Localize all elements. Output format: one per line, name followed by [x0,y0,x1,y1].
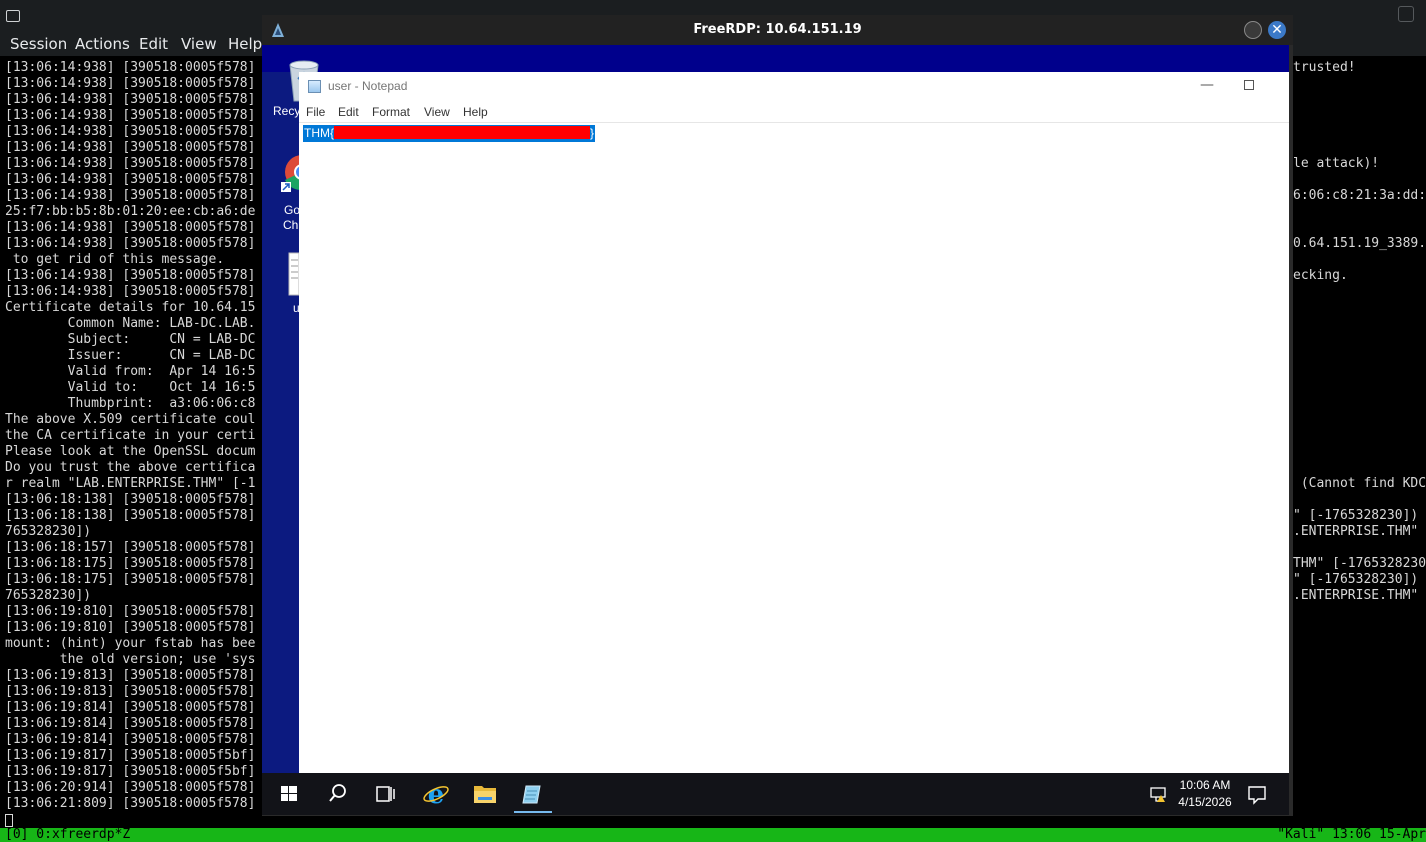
terminal-right-text: trusted! le attack)! 6:06:c8:21:3a:dd: 0… [1293,60,1426,603]
terminal-cursor [5,814,13,827]
notepad-icon [308,80,321,93]
terminal-icon [6,10,20,22]
clock-time: 10:06 AM [1179,778,1231,792]
menu-session[interactable]: Session [10,35,67,53]
notepad-menu-view[interactable]: View [424,105,450,119]
freerdp-close-button[interactable]: ✕ [1268,21,1286,39]
menu-help[interactable]: Help [228,35,262,53]
notepad-titlebar[interactable]: user - Notepad — [299,72,1289,102]
freerdp-titlebar[interactable]: FreeRDP: 10.64.151.19 ✕ [262,15,1293,45]
notepad-title: user - Notepad [328,79,408,93]
menu-actions[interactable]: Actions [75,35,130,53]
notepad-menu-file[interactable]: File [306,105,325,119]
notepad-text-area[interactable]: THM{} [299,122,1289,773]
menu-edit[interactable]: Edit [139,35,168,53]
taskbar-clock[interactable]: 10:06 AM 4/15/2026 [1170,777,1240,811]
search-icon[interactable] [326,773,348,815]
notepad-menubar: File Edit Format View Help [299,102,1289,122]
terminal-left-text: [13:06:14:938] [390518:0005f578] [13:06:… [5,60,256,811]
notepad-minimize-button[interactable]: — [1194,78,1220,96]
action-center-icon[interactable] [1245,773,1269,815]
redaction-box [334,126,590,139]
notepad-menu-format[interactable]: Format [372,105,410,119]
remote-desktop: Recy Go Chi u user - Notepad — File Edit… [262,45,1289,815]
notepad-menu-edit[interactable]: Edit [338,105,359,119]
notepad-taskbar-button[interactable] [512,773,554,815]
freerdp-title: FreeRDP: 10.64.151.19 [693,22,862,37]
file-explorer-icon[interactable] [472,773,498,815]
notepad-taskbar-icon [522,785,541,804]
selected-flag-text: THM{} [303,125,596,142]
flag-suffix: } [590,126,595,140]
freerdp-window: FreeRDP: 10.64.151.19 ✕ Recy Go Chi u us… [262,15,1293,816]
notepad-menu-help[interactable]: Help [463,105,488,119]
tmux-status-bar: [0] 0:xfreerdp*Z "Kali" 13:06 15-Apr [0,828,1426,842]
remote-desktop-top-band [262,45,1289,72]
windows-taskbar: e 10:06 AM 4/15/2026 [262,773,1289,815]
chrome-label-line1: Go [284,203,301,217]
notepad-window: user - Notepad — File Edit Format View H… [299,72,1289,773]
active-indicator [514,811,552,813]
notepad-maximize-button[interactable] [1244,80,1254,90]
internet-explorer-icon[interactable]: e [422,773,450,815]
freerdp-minimize-button[interactable] [1244,21,1262,39]
task-view-icon[interactable] [374,773,396,815]
svg-text:e: e [428,780,445,810]
tmux-window-list: [0] 0:xfreerdp*Z [5,828,131,842]
windows-start-icon[interactable] [278,773,300,815]
network-icon[interactable] [1148,773,1168,815]
recycle-bin-label: Recy [273,104,301,118]
clock-date: 4/15/2026 [1178,795,1232,809]
menu-view[interactable]: View [181,35,217,53]
tmux-host-clock: "Kali" 13:06 15-Apr [1277,828,1426,842]
flag-prefix: THM{ [304,126,334,140]
window-close-button[interactable] [1398,6,1414,22]
